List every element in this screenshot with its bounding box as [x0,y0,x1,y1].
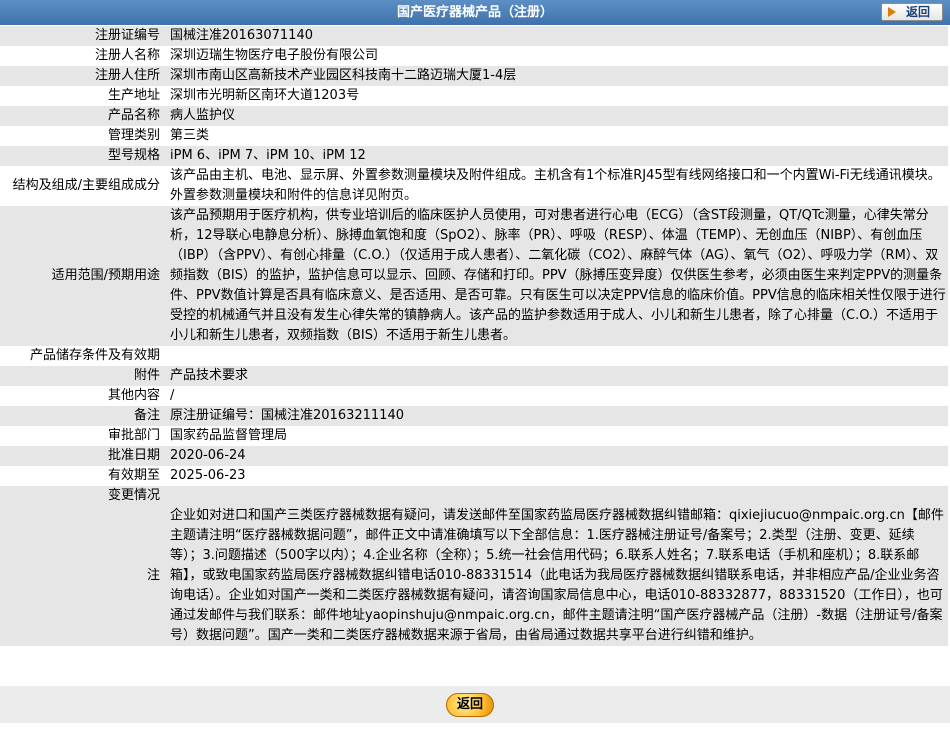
field-value: 深圳市南山区高新技术产业园区科技南十二路迈瑞大厦1-4层 [166,66,948,86]
field-value: / [166,386,948,406]
back-button-bottom[interactable]: 返回 [446,693,494,717]
row-note: 注 企业如对进口和国产三类医疗器械数据有疑问，请发送邮件至国家药监局医疗器械数据… [0,506,948,646]
field-value: 企业如对进口和国产三类医疗器械数据有疑问，请发送邮件至国家药监局医疗器械数据纠错… [166,506,948,646]
field-label: 注 [0,506,166,646]
field-label: 结构及组成/主要组成成分 [0,166,166,206]
field-value: 产品技术要求 [166,366,948,386]
row-production-address: 生产地址 深圳市光明新区南环大道1203号 [0,86,948,106]
row-model-spec: 型号规格 iPM 6、iPM 7、iPM 10、iPM 12 [0,146,948,166]
arrow-right-icon [888,7,896,17]
field-label: 注册人名称 [0,46,166,66]
field-label: 生产地址 [0,86,166,106]
row-other-content: 其他内容 / [0,386,948,406]
row-approval-department: 审批部门 国家药品监督管理局 [0,426,948,446]
field-value: 原注册证编号：国械注准20163211140 [166,406,948,426]
field-value: 2025-06-23 [166,466,948,486]
row-approval-date: 批准日期 2020-06-24 [0,446,948,466]
footer-bar: 返回 [0,686,950,723]
row-remarks: 备注 原注册证编号：国械注准20163211140 [0,406,948,426]
back-button-top[interactable]: 返回 [881,3,943,21]
field-value: 第三类 [166,126,948,146]
field-label: 其他内容 [0,386,166,406]
field-value: 病人监护仪 [166,106,948,126]
field-value: iPM 6、iPM 7、iPM 10、iPM 12 [166,146,948,166]
registration-info-table: 注册证编号 国械注准20163071140 注册人名称 深圳迈瑞生物医疗电子股份… [0,26,948,646]
row-change-status: 变更情况 [0,486,948,506]
row-intended-use: 适用范围/预期用途 该产品预期用于医疗机构，供专业培训后的临床医护人员使用，可对… [0,206,948,346]
field-label: 产品名称 [0,106,166,126]
field-label: 型号规格 [0,146,166,166]
field-value: 国械注准20163071140 [166,26,948,46]
field-value [166,486,948,506]
field-label: 注册人住所 [0,66,166,86]
row-storage-validity: 产品储存条件及有效期 [0,346,948,366]
field-value [166,346,948,366]
field-label: 产品储存条件及有效期 [0,346,166,366]
row-registrant-name: 注册人名称 深圳迈瑞生物医疗电子股份有限公司 [0,46,948,66]
field-label: 备注 [0,406,166,426]
row-attachment: 附件 产品技术要求 [0,366,948,386]
field-label: 附件 [0,366,166,386]
field-value: 该产品由主机、电池、显示屏、外置参数测量模块及附件组成。主机含有1个标准RJ45… [166,166,948,206]
back-button-label: 返回 [906,5,931,19]
row-registration-number: 注册证编号 国械注准20163071140 [0,26,948,46]
row-structure-composition: 结构及组成/主要组成成分 该产品由主机、电池、显示屏、外置参数测量模块及附件组成… [0,166,948,206]
field-value: 深圳市光明新区南环大道1203号 [166,86,948,106]
row-registrant-address: 注册人住所 深圳市南山区高新技术产业园区科技南十二路迈瑞大厦1-4层 [0,66,948,86]
row-management-category: 管理类别 第三类 [0,126,948,146]
field-label: 适用范围/预期用途 [0,206,166,346]
page-title: 国产医疗器械产品（注册） [396,5,553,20]
field-label: 管理类别 [0,126,166,146]
field-label: 批准日期 [0,446,166,466]
row-valid-until: 有效期至 2025-06-23 [0,466,948,486]
field-label: 有效期至 [0,466,166,486]
row-product-name: 产品名称 病人监护仪 [0,106,948,126]
field-value: 国家药品监督管理局 [166,426,948,446]
field-label: 注册证编号 [0,26,166,46]
field-value: 该产品预期用于医疗机构，供专业培训后的临床医护人员使用，可对患者进行心电（ECG… [166,206,948,346]
field-label: 审批部门 [0,426,166,446]
field-value: 2020-06-24 [166,446,948,466]
field-label: 变更情况 [0,486,166,506]
field-value: 深圳迈瑞生物医疗电子股份有限公司 [166,46,948,66]
